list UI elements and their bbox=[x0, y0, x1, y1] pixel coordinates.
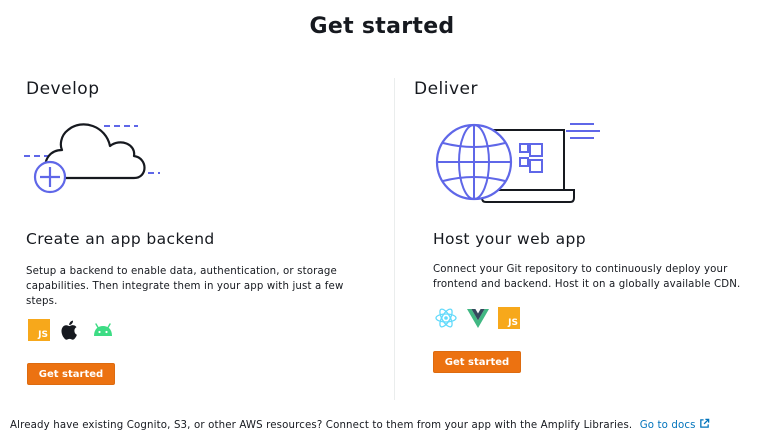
deliver-get-started-button[interactable]: Get started bbox=[433, 351, 521, 373]
footer-text: Already have existing Cognito, S3, or ot… bbox=[10, 420, 633, 431]
deliver-section: Deliver bbox=[414, 78, 764, 100]
go-to-docs-link[interactable]: Go to docs bbox=[639, 418, 710, 431]
deliver-platform-icons: JS bbox=[434, 306, 520, 330]
external-link-icon bbox=[699, 418, 709, 428]
develop-platform-icons: JS bbox=[28, 318, 116, 342]
develop-get-started-button[interactable]: Get started bbox=[27, 363, 115, 385]
go-to-docs-label: Go to docs bbox=[639, 420, 696, 431]
javascript-icon: JS bbox=[498, 307, 520, 329]
javascript-icon: JS bbox=[28, 319, 50, 341]
develop-section: Develop bbox=[26, 78, 376, 100]
footer-note: Already have existing Cognito, S3, or ot… bbox=[10, 418, 710, 431]
web-hosting-illustration bbox=[435, 123, 600, 203]
react-icon bbox=[435, 308, 457, 328]
deliver-description: Connect your Git repository to continuou… bbox=[433, 264, 741, 290]
android-icon bbox=[94, 323, 112, 336]
apple-icon bbox=[61, 320, 77, 340]
develop-card-title: Create an app backend bbox=[26, 230, 215, 248]
develop-description: Setup a backend to enable data, authenti… bbox=[26, 266, 344, 307]
develop-section-title: Develop bbox=[26, 79, 100, 99]
cloud-backend-illustration bbox=[24, 123, 160, 194]
page-title: Get started bbox=[309, 14, 455, 39]
column-divider bbox=[394, 78, 395, 400]
deliver-card-title: Host your web app bbox=[433, 230, 586, 248]
deliver-section-title: Deliver bbox=[414, 79, 479, 99]
vue-icon bbox=[467, 309, 489, 328]
